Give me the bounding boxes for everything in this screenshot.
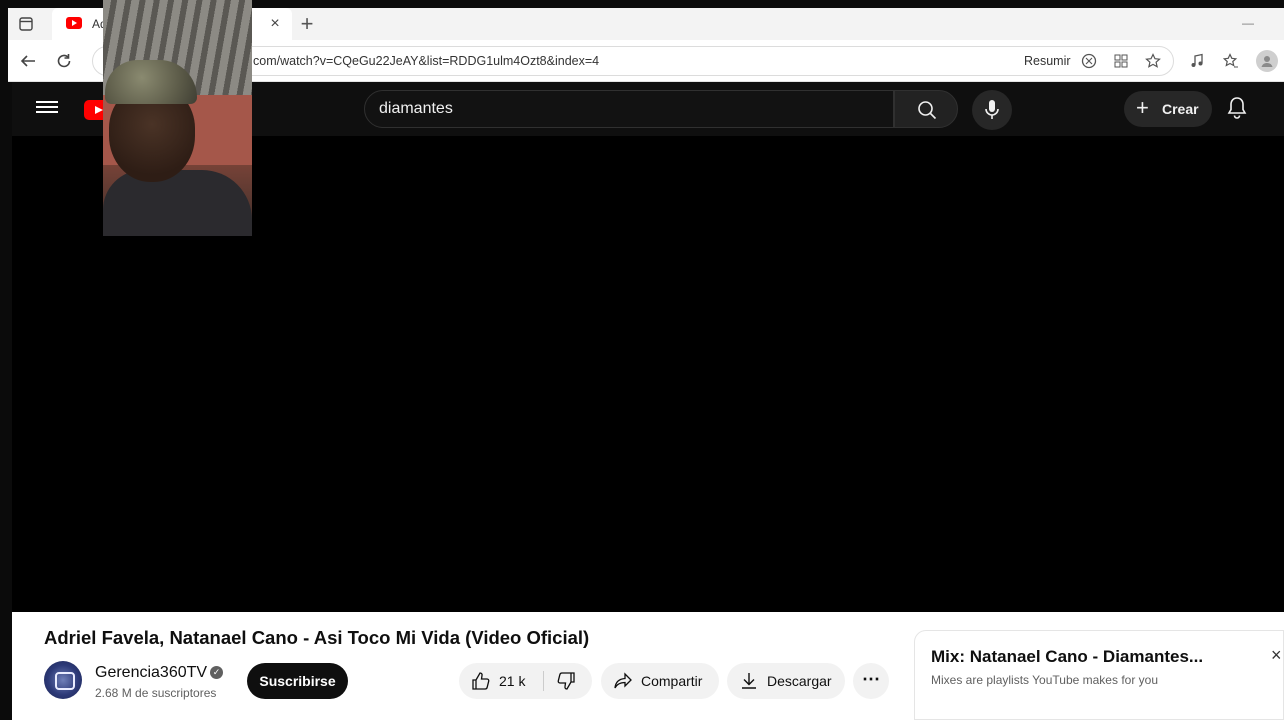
thumbs-up-icon: [472, 672, 490, 690]
webcam-person-shirt: [103, 170, 252, 236]
like-dislike-group: 21 k: [459, 663, 592, 699]
hamburger-menu-icon[interactable]: [36, 98, 58, 120]
thumbs-down-icon: [557, 672, 575, 690]
new-tab-button[interactable]: +: [296, 11, 318, 36]
subscribe-button[interactable]: Suscribirse: [247, 663, 348, 699]
more-dots-icon: ⋯: [862, 669, 880, 689]
url-field[interactable]: com/watch?v=CQeGu22JeAY&list=RDDG1ulm4Oz…: [92, 46, 1174, 76]
verified-badge-icon: ✓: [210, 666, 223, 679]
summarize-button[interactable]: Resumir: [1024, 54, 1071, 68]
favorites-collection-icon[interactable]: [1222, 52, 1240, 70]
download-label: Descargar: [767, 673, 832, 689]
like-count: 21 k: [499, 673, 526, 689]
video-details: Adriel Favela, Natanael Cano - Asi Toco …: [12, 612, 1284, 720]
download-button[interactable]: Descargar: [727, 663, 845, 699]
tab-close-icon[interactable]: ×: [266, 14, 284, 34]
channel-name[interactable]: Gerencia360TV: [95, 664, 207, 682]
favorite-star-icon[interactable]: [1144, 52, 1162, 70]
like-button[interactable]: 21 k: [459, 663, 543, 699]
channel-avatar[interactable]: [44, 661, 82, 699]
mix-close-icon[interactable]: ×: [1271, 645, 1282, 666]
video-title: Adriel Favela, Natanael Cano - Asi Toco …: [44, 627, 590, 648]
create-button[interactable]: + Crear: [1124, 91, 1212, 127]
media-control-icon[interactable]: [1188, 52, 1206, 70]
microphone-icon: [985, 100, 999, 119]
apps-icon[interactable]: [1112, 52, 1130, 70]
tab-actions-icon[interactable]: [18, 16, 34, 32]
profile-avatar-icon[interactable]: [1256, 50, 1278, 72]
translate-icon[interactable]: [1080, 52, 1098, 70]
mix-playlist-panel[interactable]: Mix: Natanael Cano - Diamantes... Mixes …: [914, 630, 1284, 720]
reload-icon[interactable]: [54, 51, 74, 71]
screen: Adr × + — com/watch?v=CQeGu22JeAY&list=R…: [0, 0, 1284, 720]
youtube-favicon-icon: [66, 17, 82, 29]
create-label: Crear: [1162, 101, 1199, 117]
voice-search-button[interactable]: [972, 90, 1012, 130]
notifications-bell-icon[interactable]: [1226, 96, 1254, 124]
search-icon: [918, 101, 937, 120]
dislike-button[interactable]: [544, 663, 592, 699]
minimize-window-button[interactable]: —: [1236, 12, 1260, 34]
mix-title: Mix: Natanael Cano - Diamantes...: [931, 647, 1204, 666]
mix-subtitle: Mixes are playlists YouTube makes for yo…: [931, 673, 1158, 687]
subscriber-count: 2.68 M de suscriptores: [95, 686, 217, 700]
download-icon: [742, 673, 756, 689]
search-input[interactable]: diamantes: [364, 90, 894, 128]
back-arrow-icon[interactable]: [18, 51, 38, 71]
share-label: Compartir: [641, 673, 703, 689]
webcam-overlay: [103, 0, 252, 236]
share-arrow-icon: [614, 672, 632, 689]
share-button[interactable]: Compartir: [601, 663, 719, 699]
more-actions-button[interactable]: ⋯: [853, 663, 889, 699]
plus-icon: +: [1136, 95, 1149, 120]
url-text: com/watch?v=CQeGu22JeAY&list=RDDG1ulm4Oz…: [253, 54, 600, 68]
search-query: diamantes: [379, 100, 453, 117]
search-button[interactable]: [894, 90, 958, 128]
